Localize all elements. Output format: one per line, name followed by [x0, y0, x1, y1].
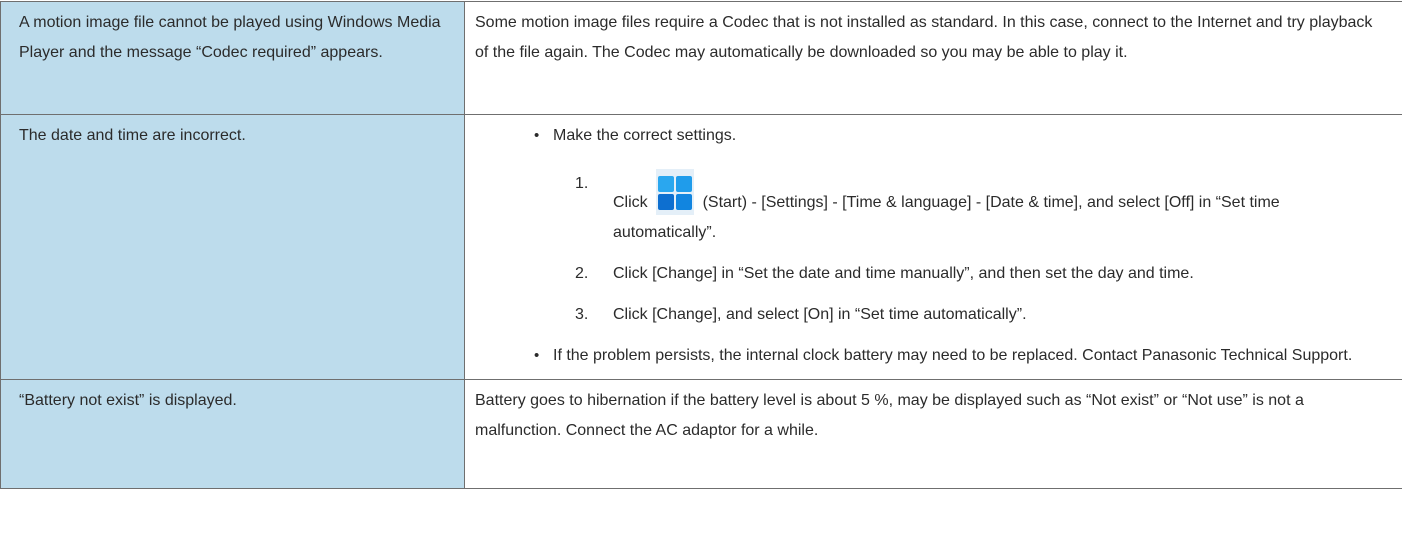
step-item: 1. Click (Start) - [Settings] - [Time & … [593, 169, 1386, 248]
bullet-text: If the problem persists, the internal cl… [553, 347, 1352, 364]
solution-cell: Battery goes to hibernation if the batte… [465, 380, 1402, 489]
problem-cell: A motion image file cannot be played usi… [1, 2, 465, 115]
list-item: Make the correct settings. 1. Click [553, 121, 1386, 330]
step-text-post: (Start) - [Settings] - [Time & language]… [613, 194, 1280, 241]
table-row: “Battery not exist” is displayed. Batter… [1, 380, 1402, 489]
list-item: If the problem persists, the internal cl… [553, 341, 1386, 371]
problem-cell: “Battery not exist” is displayed. [1, 380, 465, 489]
step-number: 3. [575, 300, 588, 330]
step-text: Click [Change] in “Set the date and time… [613, 265, 1194, 282]
step-number: 2. [575, 259, 588, 289]
windows-start-icon [656, 169, 694, 215]
bullet-text: Make the correct settings. [553, 127, 736, 144]
step-number: 1. [575, 169, 588, 199]
step-item: 2. Click [Change] in “Set the date and t… [593, 259, 1386, 289]
solution-cell: Make the correct settings. 1. Click [465, 115, 1402, 380]
step-text: Click [Change], and select [On] in “Set … [613, 306, 1027, 323]
step-text-pre: Click [613, 194, 648, 211]
solution-cell: Some motion image files require a Codec … [465, 2, 1402, 115]
table-row: The date and time are incorrect. Make th… [1, 115, 1402, 380]
step-item: 3. Click [Change], and select [On] in “S… [593, 300, 1386, 330]
steps-list: 1. Click (Start) - [Settings] - [Time & … [553, 169, 1386, 330]
solution-bullet-list: Make the correct settings. 1. Click [475, 121, 1386, 371]
troubleshooting-table: A motion image file cannot be played usi… [0, 1, 1402, 489]
problem-cell: The date and time are incorrect. [1, 115, 465, 380]
table-row: A motion image file cannot be played usi… [1, 2, 1402, 115]
